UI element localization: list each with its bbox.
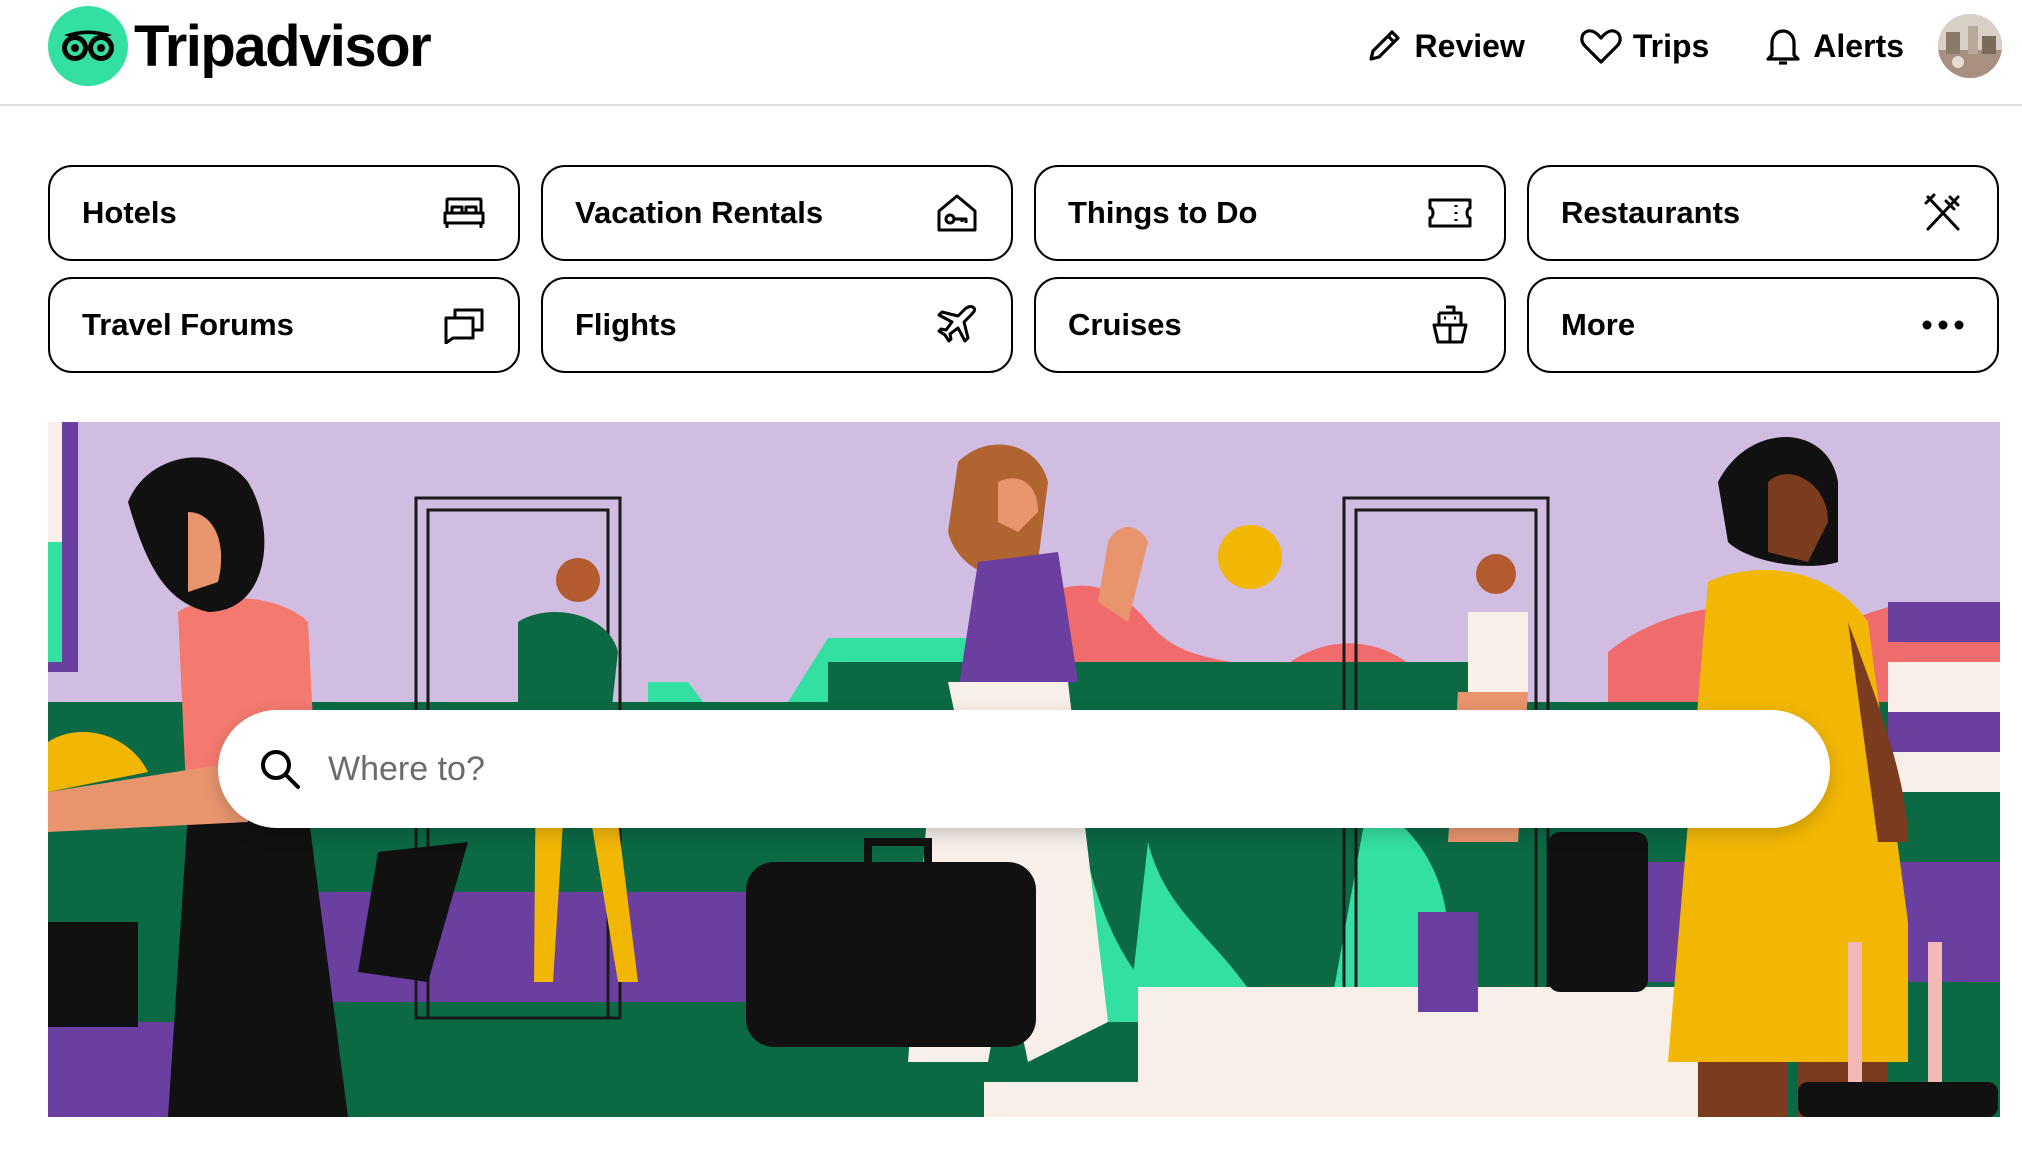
bed-icon — [442, 191, 486, 235]
brand-name: Tripadvisor — [134, 13, 432, 79]
owl-logo-icon — [48, 6, 128, 86]
category-travel-forums[interactable]: Travel Forums — [48, 277, 520, 373]
category-label: Cruises — [1068, 307, 1182, 342]
category-things-to-do[interactable]: Things to Do — [1034, 165, 1506, 261]
category-label: Travel Forums — [82, 307, 294, 342]
nav-alerts-label: Alerts — [1813, 27, 1904, 64]
category-label: Vacation Rentals — [575, 195, 824, 230]
search-bar[interactable] — [218, 710, 1830, 828]
search-input[interactable] — [326, 739, 1726, 799]
category-label: Hotels — [82, 195, 177, 230]
bell-icon — [1766, 29, 1800, 65]
nav-alerts[interactable]: Alerts — [1763, 16, 1904, 76]
tripadvisor-logo[interactable]: Tripadvisor — [48, 6, 432, 86]
category-hotels[interactable]: Hotels — [48, 165, 520, 261]
fork-knife-icon — [1921, 191, 1965, 235]
user-avatar[interactable] — [1938, 14, 2002, 78]
header-nav: Review Trips Alerts — [1309, 14, 2002, 78]
category-grid: Hotels Vacation Rentals Things to Do Res… — [48, 165, 2000, 373]
pencil-icon — [1368, 30, 1400, 61]
top-header: Tripadvisor Review Trips Alerts — [0, 0, 2022, 106]
heart-icon — [1580, 29, 1622, 64]
more-dots-icon — [1921, 303, 1965, 347]
ship-icon — [1428, 303, 1472, 347]
category-label: Things to Do — [1068, 195, 1258, 230]
nav-review[interactable]: Review — [1363, 16, 1525, 76]
nav-trips-label: Trips — [1632, 27, 1710, 64]
category-cruises[interactable]: Cruises — [1034, 277, 1506, 373]
category-flights[interactable]: Flights — [541, 277, 1013, 373]
category-restaurants[interactable]: Restaurants — [1527, 165, 1999, 261]
category-label: Restaurants — [1561, 195, 1741, 230]
chat-bubbles-icon — [442, 303, 486, 347]
search-icon — [261, 750, 300, 789]
house-key-icon — [935, 191, 979, 235]
ticket-icon — [1428, 191, 1472, 235]
category-vacation-rentals[interactable]: Vacation Rentals — [541, 165, 1013, 261]
nav-trips[interactable]: Trips — [1579, 16, 1709, 76]
category-label: More — [1561, 307, 1636, 342]
airplane-icon — [935, 303, 979, 347]
category-label: Flights — [575, 307, 677, 342]
category-more[interactable]: More — [1527, 277, 1999, 373]
nav-review-label: Review — [1414, 27, 1525, 64]
